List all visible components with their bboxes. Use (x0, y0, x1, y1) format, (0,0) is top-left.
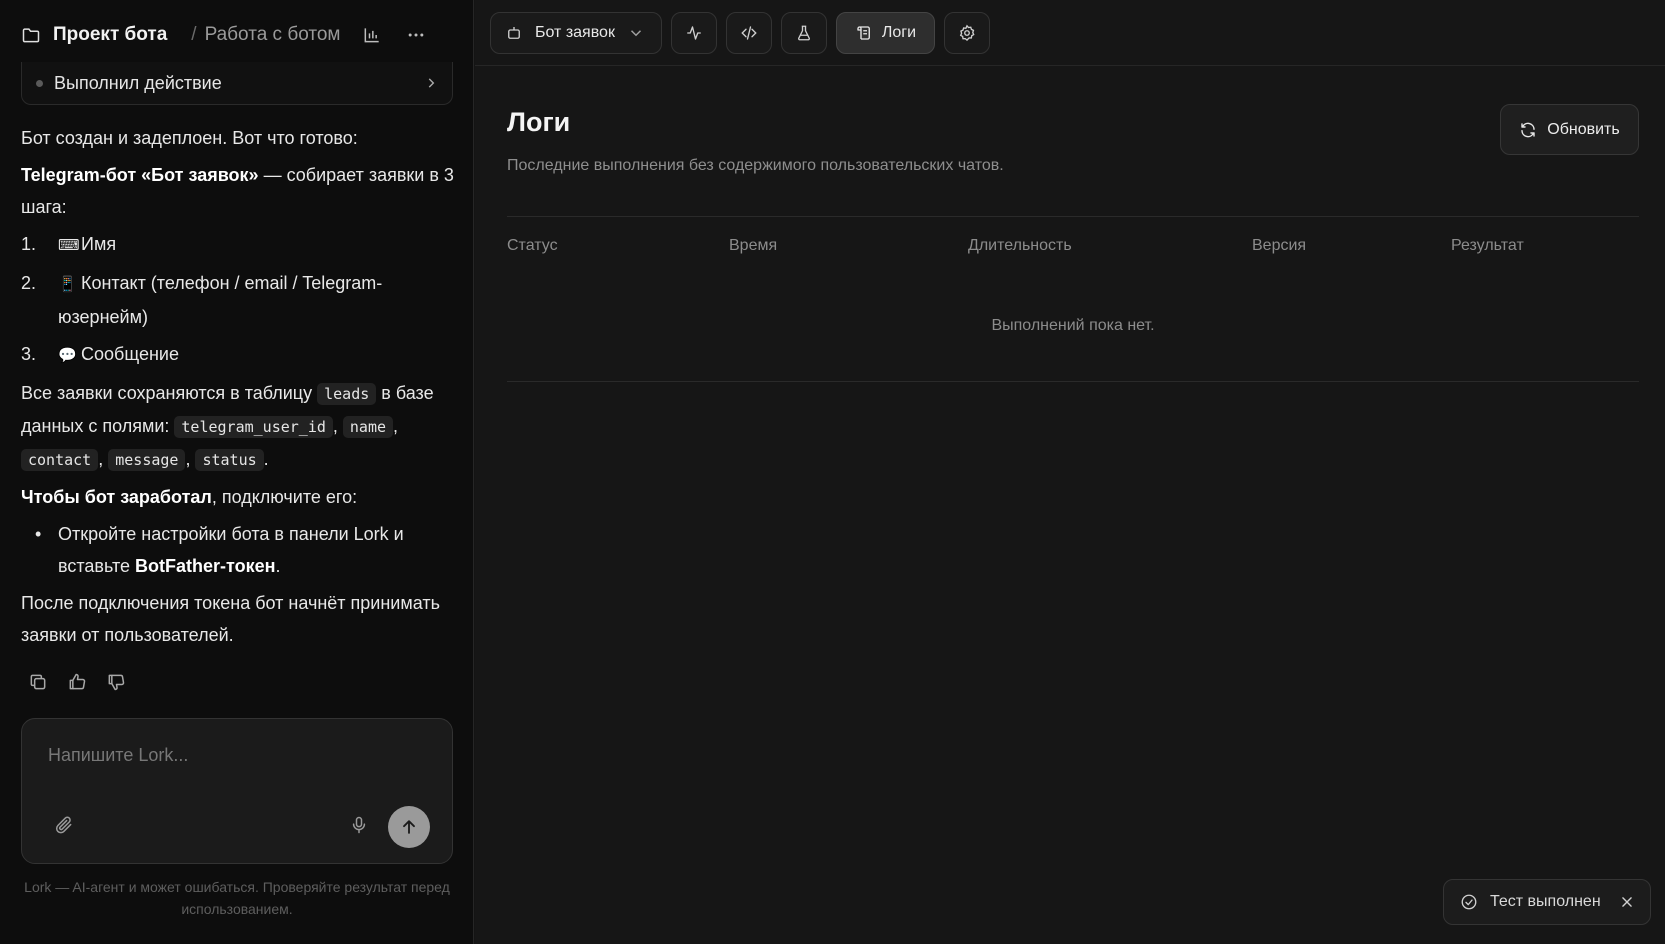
step-text: Контакт (телефон / email / Telegram-юзер… (58, 273, 383, 327)
toast-notification: Тест выполнен (1443, 879, 1651, 925)
column-header-version: Версия (1252, 237, 1307, 254)
step-number: 3. (21, 344, 37, 364)
keyboard-icon: ⌨ (58, 237, 80, 254)
message-bot-summary: Telegram-бот «Бот заявок» — собирает зая… (21, 159, 461, 223)
status-dot (36, 79, 43, 87)
column-header-result: Результат (1451, 237, 1524, 254)
close-icon[interactable] (1620, 895, 1634, 909)
thumbs-down-icon[interactable] (106, 672, 126, 692)
connect-text: , подключите его: (211, 487, 358, 507)
page-title: Логи (507, 107, 571, 137)
page-subtitle: Последние выполнения без содержимого пол… (507, 157, 1004, 174)
scroll-icon (857, 26, 870, 40)
step-text: Имя (81, 234, 117, 254)
bot-selector[interactable]: Бот заявок (490, 12, 662, 54)
more-icon[interactable] (406, 25, 426, 45)
tab-code[interactable] (726, 12, 772, 54)
code-icon (741, 26, 757, 40)
paperclip-icon[interactable] (54, 815, 74, 835)
breadcrumb[interactable]: Работа с ботом (205, 24, 341, 46)
message-actions (28, 672, 126, 692)
table-header: Статус Время Длительность Версия Результ… (507, 217, 1639, 273)
chevron-right-icon (428, 78, 435, 88)
microphone-icon[interactable] (349, 815, 369, 835)
storage-text: Все заявки сохраняются в таблицу (21, 383, 318, 403)
empty-state: Выполнений пока нет. (991, 317, 1155, 334)
message-outro: После подключения токена бот начнёт прин… (21, 593, 440, 645)
logs-table: Статус Время Длительность Версия Результ… (507, 216, 1639, 382)
assistant-message: Бот создан и задеплоен. Вот что готово: … (21, 122, 461, 656)
code-field: telegram_user_id (174, 416, 333, 438)
list-item: 1. ⌨Имя (21, 228, 461, 262)
activity-icon (687, 26, 701, 40)
bullet-period: . (275, 556, 281, 576)
phone-icon: 📱 (58, 276, 77, 293)
code-field: name (342, 416, 394, 438)
toast-text: Тест выполнен (1490, 893, 1601, 910)
action-card[interactable]: Выполнил действие (21, 62, 453, 105)
refresh-icon (1521, 122, 1535, 137)
action-card-label: Выполнил действие (54, 72, 222, 93)
list-item: 2. 📱 Контакт (телефон / email / Telegram-… (21, 267, 461, 333)
refresh-button-label: Обновить (1547, 120, 1620, 138)
column-header-status: Статус (507, 237, 558, 254)
code-field: message (108, 449, 186, 471)
code-field: contact (21, 449, 99, 471)
tab-settings[interactable] (944, 12, 990, 54)
project-title[interactable]: Проект бота (53, 24, 167, 46)
copy-icon[interactable] (28, 672, 48, 692)
message-connect: Чтобы бот заработал, подключите его: (21, 481, 461, 513)
workspace-toolbar: Бот заявок Логи (475, 0, 1665, 66)
code-field: status (195, 449, 264, 471)
disclaimer: Lork — AI-агент и может ошибаться. Прове… (24, 879, 450, 917)
tab-logs[interactable]: Логи (836, 12, 935, 54)
bot-workspace: Бот заявок Логи Логи Последние выполнени… (475, 0, 1665, 944)
steps-list: 1. ⌨Имя 2. 📱 Контакт (телефон / email / T… (21, 228, 461, 372)
chevron-down-icon (630, 30, 641, 37)
list-item: 3. 💬 Сообщение (21, 338, 461, 372)
step-number: 2. (21, 273, 37, 293)
bullet: • (35, 524, 42, 544)
chart-icon[interactable] (362, 25, 382, 45)
chat-header: Проект бота / Работа с ботом (21, 20, 452, 50)
speech-bubble-icon: 💬 (58, 347, 77, 364)
code-leads: leads (317, 383, 377, 405)
tab-test[interactable] (781, 12, 827, 54)
token-bold: BotFather-токен (135, 556, 276, 576)
bot-name-bold: Telegram-бот «Бот заявок» (21, 165, 259, 185)
step-text: Сообщение (81, 344, 179, 364)
gear-icon (959, 24, 975, 42)
column-header-time: Время (729, 237, 778, 254)
send-button[interactable] (388, 806, 430, 848)
arrow-up-icon (403, 820, 415, 834)
refresh-button[interactable]: Обновить (1500, 104, 1639, 155)
chat-panel: Проект бота / Работа с ботом Выполнил де… (0, 0, 474, 944)
message-composer (21, 718, 453, 864)
message-storage: Все заявки сохраняются в таблицу leads в… (21, 383, 434, 471)
tab-logs-label: Логи (881, 24, 917, 41)
check-circle-icon (1461, 894, 1477, 910)
thumbs-up-icon[interactable] (67, 672, 87, 692)
instructions-list: • Откройте настройки бота в панели Lork … (21, 518, 461, 582)
column-header-duration: Длительность (968, 237, 1072, 254)
step-number: 1. (21, 234, 37, 254)
bot-icon (508, 27, 520, 39)
tab-activity[interactable] (671, 12, 717, 54)
list-item: • Откройте настройки бота в панели Lork … (21, 518, 461, 582)
folder-icon (22, 28, 40, 43)
connect-bold: Чтобы бот заработал (21, 487, 212, 507)
bot-selector-label: Бот заявок (535, 24, 615, 41)
breadcrumb-separator: / (191, 24, 197, 45)
message-intro: Бот создан и задеплоен. Вот что готово: (21, 128, 358, 148)
flask-icon (798, 25, 810, 41)
message-input[interactable] (48, 739, 428, 771)
